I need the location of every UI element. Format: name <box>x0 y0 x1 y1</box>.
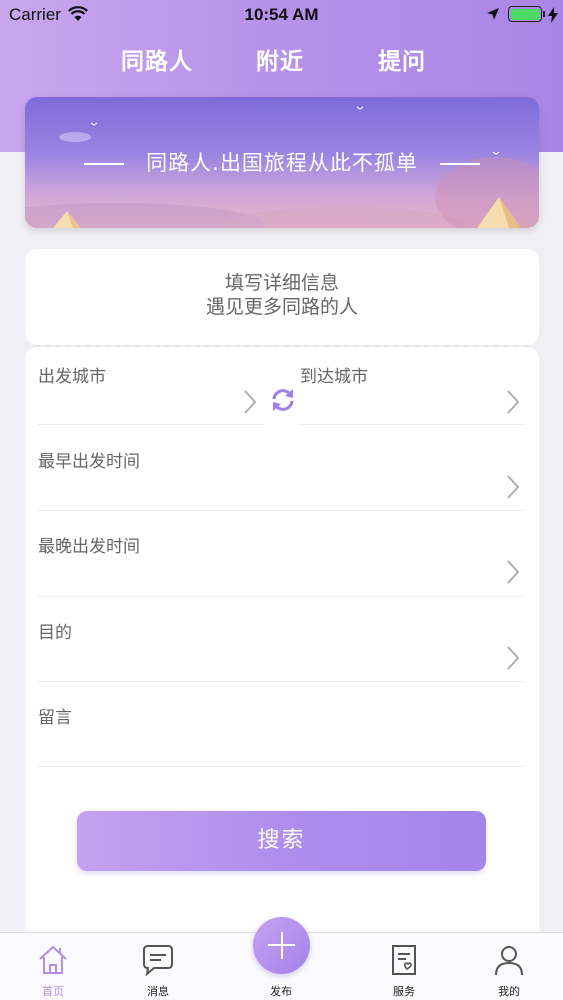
tab-messages-label: 消息 <box>147 985 169 998</box>
tab-nearby[interactable]: 附近 <box>256 42 304 76</box>
chat-bubble-icon <box>143 945 173 977</box>
tab-home-label: 首页 <box>42 985 64 998</box>
tab-question[interactable]: 提问 <box>378 42 426 76</box>
location-arrow-icon <box>487 8 499 20</box>
chevron-right-icon <box>507 390 520 414</box>
search-button[interactable]: 搜索 <box>77 811 486 871</box>
battery-icon <box>508 6 542 22</box>
tab-profile-label: 我的 <box>498 985 520 998</box>
home-icon <box>39 946 67 974</box>
earliest-departure-field[interactable] <box>35 440 528 510</box>
tab-messages[interactable]: 消息 <box>118 933 198 1000</box>
tab-home[interactable]: 首页 <box>13 933 93 1000</box>
info-line-2: 遇见更多同路的人 <box>205 296 358 318</box>
clock: 10:54 AM <box>244 5 319 24</box>
banner: 同路人.出国旅程从此不孤单 <box>25 97 539 228</box>
latest-departure-field[interactable] <box>35 525 528 595</box>
status-bar: Carrier 10:54 AM <box>0 0 563 30</box>
swap-cities-icon[interactable] <box>268 385 298 415</box>
top-tabs: 同路人 附近 提问 <box>0 42 563 78</box>
publish-plus-button[interactable] <box>253 917 310 974</box>
message-field[interactable] <box>35 696 528 766</box>
service-note-icon <box>392 945 416 975</box>
purpose-field[interactable] <box>35 610 528 680</box>
person-icon <box>495 946 523 976</box>
tab-publish-label: 发布 <box>270 985 292 998</box>
tab-services-label: 服务 <box>393 985 415 998</box>
tab-profile[interactable]: 我的 <box>469 933 549 1000</box>
chevron-right-icon <box>507 475 520 499</box>
tab-companion[interactable]: 同路人 <box>121 42 193 76</box>
departure-city-field[interactable] <box>35 360 265 424</box>
info-card: 填写详细信息 遇见更多同路的人 <box>25 249 539 345</box>
tab-services[interactable]: 服务 <box>364 933 444 1000</box>
banner-slogan: 同路人.出国旅程从此不孤单 <box>25 147 539 177</box>
chevron-right-icon <box>507 646 520 670</box>
info-line-1: 填写详细信息 <box>224 272 339 294</box>
chevron-right-icon <box>244 390 257 414</box>
arrival-city-field[interactable] <box>300 360 528 424</box>
chevron-right-icon <box>507 560 520 584</box>
charging-bolt-icon <box>548 7 558 23</box>
